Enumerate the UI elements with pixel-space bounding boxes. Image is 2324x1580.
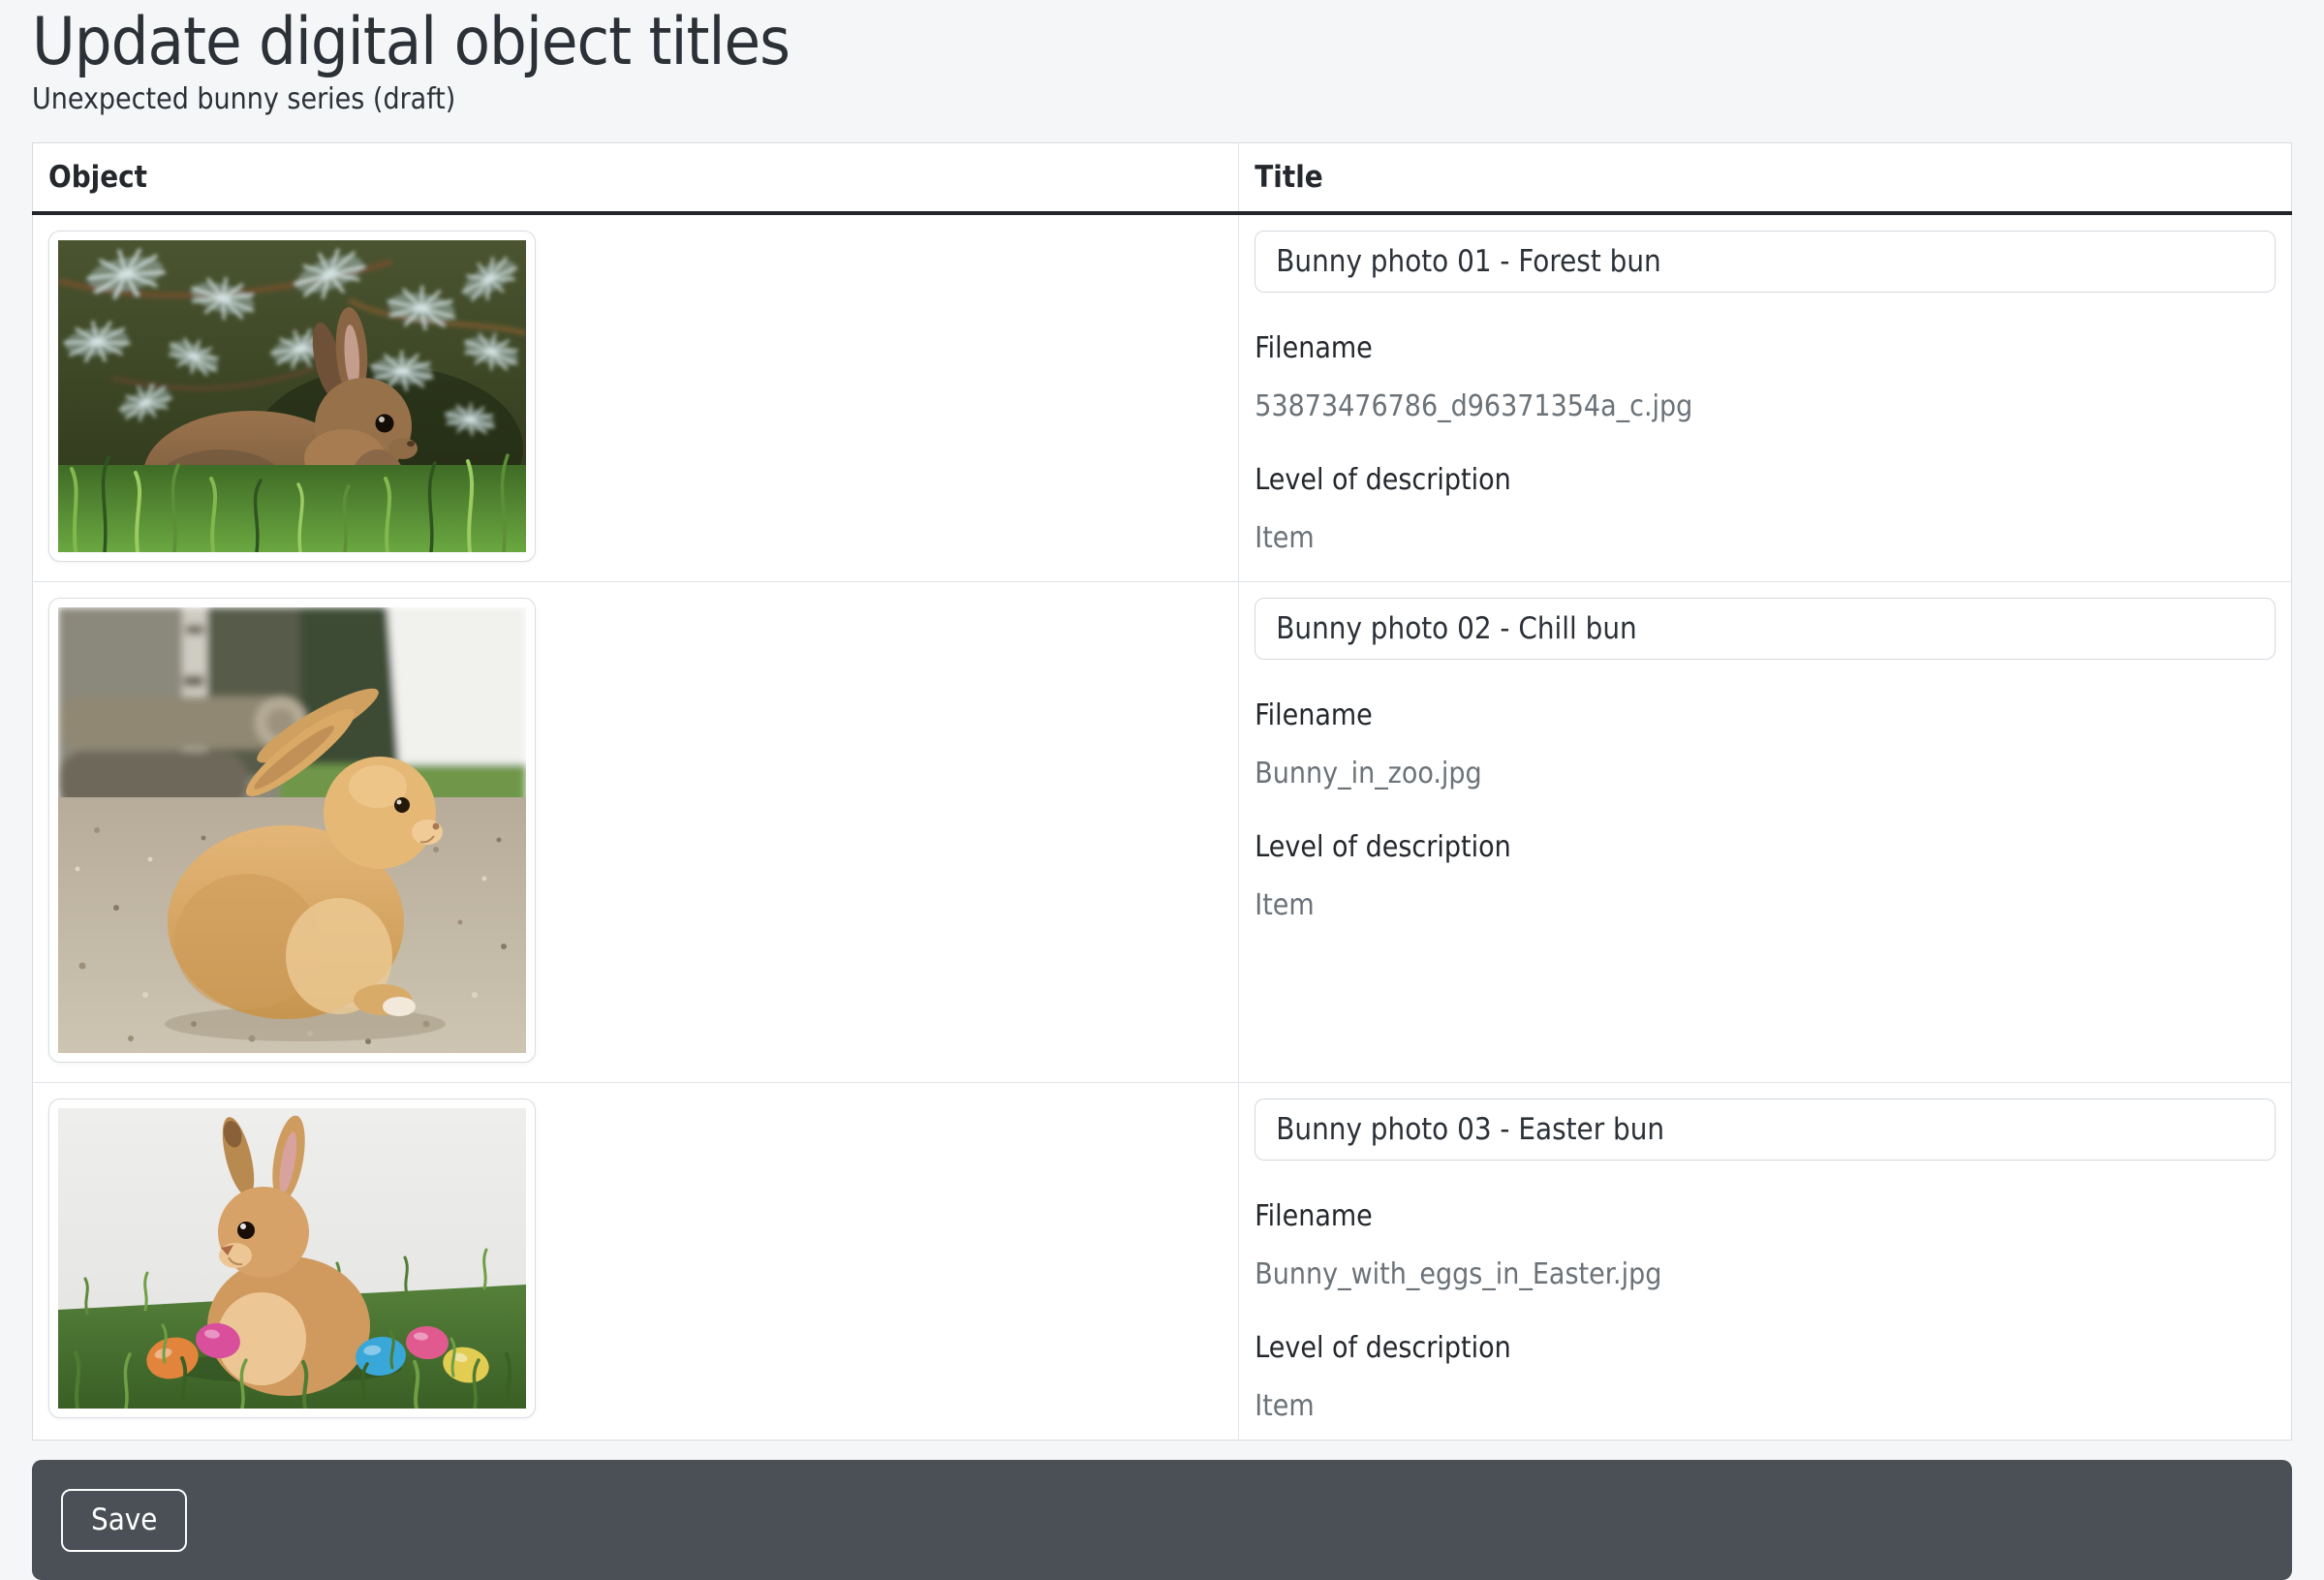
digital-object-thumbnail[interactable] (48, 1099, 536, 1418)
level-of-description-label: Level of description (1255, 1331, 2276, 1366)
page-title: Update digital object titles (32, 6, 2292, 79)
object-cell (33, 582, 1239, 1083)
object-cell (33, 1083, 1239, 1441)
level-of-description-value: Item (1255, 888, 2276, 923)
bunny-photo-3-image (58, 1108, 526, 1409)
bunny-photo-2-image (58, 607, 526, 1053)
column-header-object: Object (33, 143, 1239, 214)
title-input-row-2[interactable] (1255, 598, 2276, 660)
table-row: Filename Bunny_in_zoo.jpg Level of descr… (33, 582, 2292, 1083)
grass-foreground (58, 455, 526, 552)
digital-object-thumbnail[interactable] (48, 598, 536, 1063)
level-of-description-label: Level of description (1255, 830, 2276, 865)
digital-object-thumbnail[interactable] (48, 231, 536, 562)
title-cell: Filename 53873476786_d96371354a_c.jpg Le… (1239, 213, 2292, 582)
title-input-row-3[interactable] (1255, 1099, 2276, 1161)
filename-value: Bunny_with_eggs_in_Easter.jpg (1255, 1257, 2276, 1292)
filename-label: Filename (1255, 331, 2276, 366)
table-row: Filename Bunny_with_eggs_in_Easter.jpg L… (33, 1083, 2292, 1441)
object-cell (33, 213, 1239, 582)
action-bar: Save (32, 1460, 2292, 1580)
table-header-row: Object Title (33, 143, 2292, 214)
bunny-photo-1-image (58, 240, 526, 552)
filename-label: Filename (1255, 698, 2276, 733)
page-subtitle: Unexpected bunny series (draft) (32, 82, 2292, 117)
title-input-row-1[interactable] (1255, 231, 2276, 293)
title-cell: Filename Bunny_in_zoo.jpg Level of descr… (1239, 582, 2292, 1083)
table-row: Filename 53873476786_d96371354a_c.jpg Le… (33, 213, 2292, 582)
level-of-description-label: Level of description (1255, 463, 2276, 498)
digital-objects-table: Object Title (32, 142, 2292, 1441)
zoo-background (58, 607, 526, 811)
title-cell: Filename Bunny_with_eggs_in_Easter.jpg L… (1239, 1083, 2292, 1441)
save-button[interactable]: Save (61, 1489, 187, 1552)
filename-value: Bunny_in_zoo.jpg (1255, 757, 2276, 791)
column-header-title: Title (1239, 143, 2292, 214)
level-of-description-value: Item (1255, 1389, 2276, 1424)
filename-label: Filename (1255, 1199, 2276, 1234)
filename-value: 53873476786_d96371354a_c.jpg (1255, 389, 2276, 424)
page: Update digital object titles Unexpected … (0, 0, 2324, 1580)
level-of-description-value: Item (1255, 521, 2276, 556)
